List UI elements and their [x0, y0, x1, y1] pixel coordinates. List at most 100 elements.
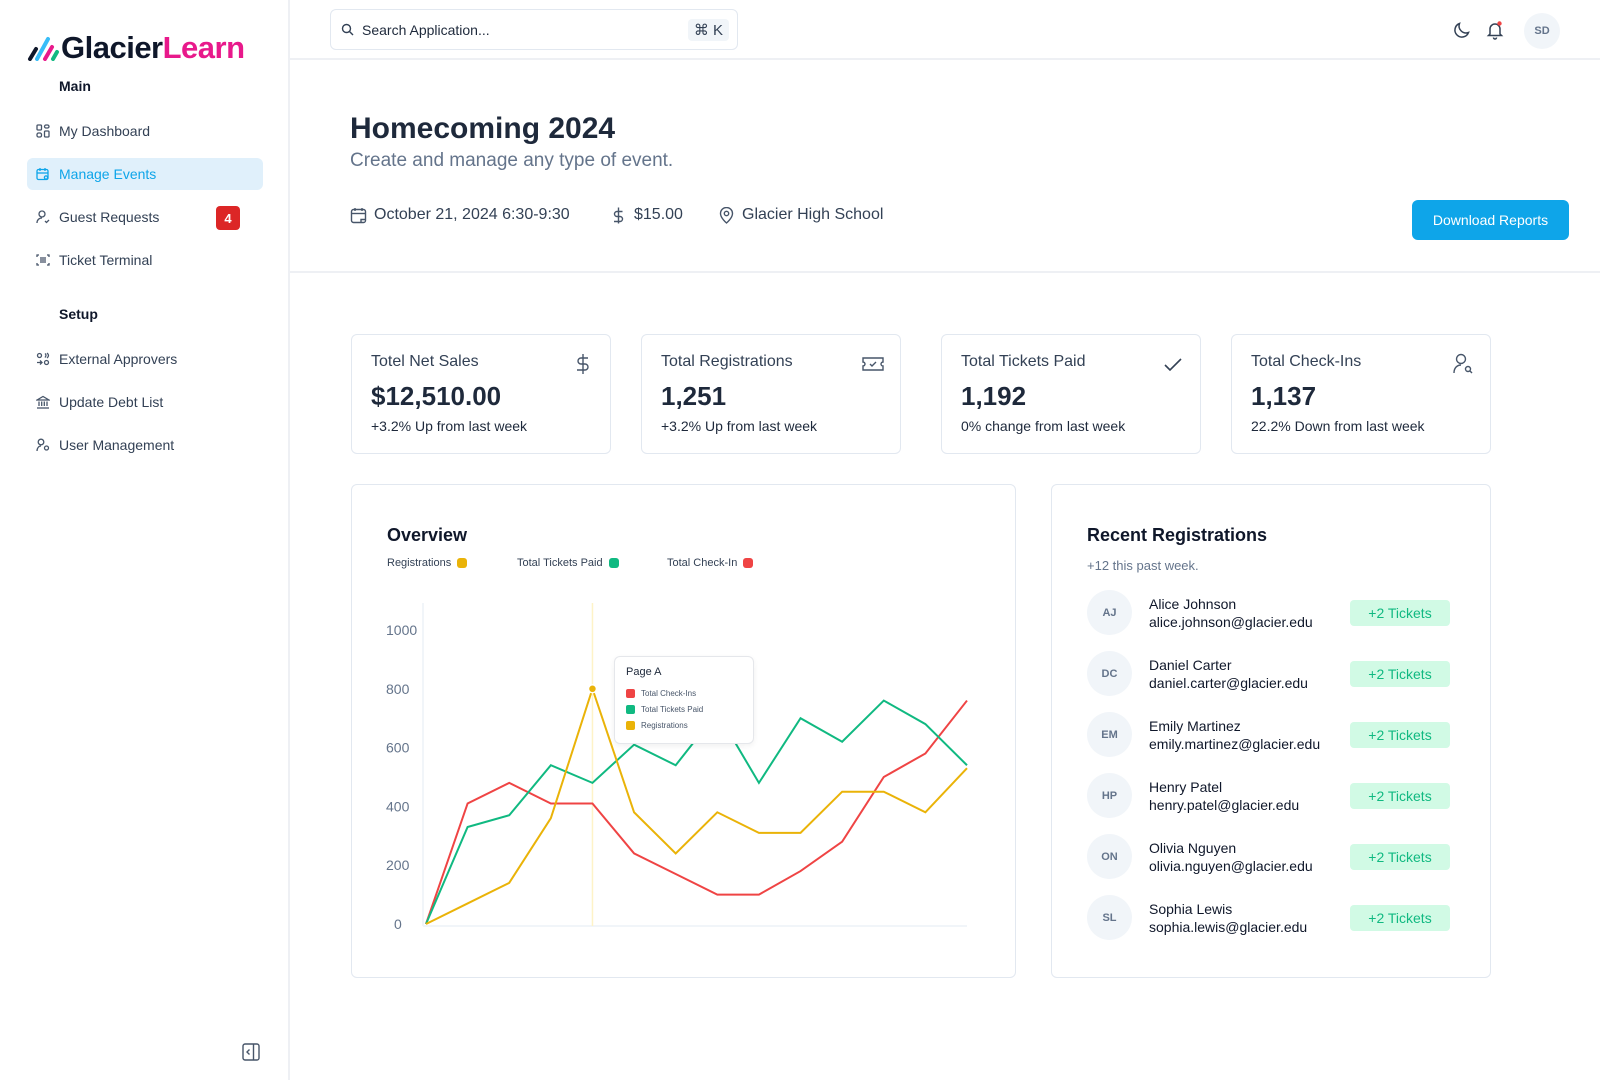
registration-list-item[interactable]: SL Sophia Lewis sophia.lewis@glacier.edu…	[1087, 895, 1450, 941]
active-data-point	[587, 684, 598, 694]
stat-label: Total Tickets Paid	[961, 353, 1086, 370]
sidebar-item-external-approvers[interactable]: External Approvers	[27, 343, 263, 375]
registrant-email: daniel.carter@glacier.edu	[1149, 675, 1308, 691]
event-header: Homecoming 2024 Create and manage any ty…	[290, 60, 1600, 273]
stat-card-tickets-paid: Total Tickets Paid 1,192 0% change from …	[941, 334, 1201, 454]
tickets-badge: +2 Tickets	[1350, 783, 1450, 809]
users-swap-icon	[36, 352, 50, 366]
map-pin-icon	[719, 206, 734, 224]
search-icon	[341, 23, 354, 36]
tooltip-swatch	[626, 721, 635, 730]
dollar-icon	[577, 354, 589, 374]
stat-card-registrations: Total Registrations 1,251 +3.2% Up from …	[641, 334, 901, 454]
sidebar-item-label: Ticket Terminal	[59, 252, 153, 268]
tickets-badge: +2 Tickets	[1350, 905, 1450, 931]
bell-icon	[1486, 21, 1504, 40]
registrant-avatar: DC	[1087, 651, 1132, 696]
user-check-icon	[36, 210, 50, 224]
sidebar-item-label: User Management	[59, 437, 175, 453]
user-avatar[interactable]: SD	[1524, 13, 1560, 49]
recent-registrations-subtitle: +12 this past week.	[1087, 558, 1199, 573]
stat-value: 1,137	[1251, 381, 1317, 411]
y-tick-label: 200	[386, 857, 410, 873]
registrant-name: Emily Martinez	[1149, 718, 1241, 734]
stat-change: 22.2% Down from last week	[1251, 418, 1425, 434]
registrant-name: Henry Patel	[1149, 779, 1223, 795]
registrant-email: emily.martinez@glacier.edu	[1149, 736, 1321, 752]
sidebar: GlacierLearn Main My Dashboard Manage Ev…	[0, 0, 290, 1080]
bank-icon	[36, 395, 50, 409]
overview-card: Overview Registrations Total Tickets Pai…	[351, 484, 1016, 978]
dashboard-grid-icon	[36, 124, 50, 138]
stat-change: 0% change from last week	[961, 418, 1126, 434]
search-input[interactable]	[362, 21, 662, 38]
sidebar-item-label: Update Debt List	[59, 394, 164, 410]
registrant-avatar: AJ	[1087, 590, 1132, 635]
recent-registrations-title: Recent Registrations	[1087, 525, 1268, 545]
logo-text: GlacierLearn	[61, 30, 245, 65]
y-tick-label: 1000	[386, 622, 417, 638]
tooltip-row: Registrations	[626, 721, 688, 730]
stat-label: Total Check-Ins	[1251, 353, 1362, 370]
calendar-icon	[350, 207, 367, 223]
section-label-setup: Setup	[59, 306, 98, 322]
user-cog-icon	[36, 438, 50, 452]
sidebar-item-update-debt-list[interactable]: Update Debt List	[27, 386, 263, 418]
event-price: $15.00	[610, 206, 683, 224]
sidebar-collapse-button[interactable]	[242, 1043, 260, 1061]
dollar-icon	[613, 207, 624, 223]
registrant-email: olivia.nguyen@glacier.edu	[1149, 858, 1313, 874]
registrant-avatar: HP	[1087, 773, 1132, 818]
registrant-email: henry.patel@glacier.edu	[1149, 797, 1300, 813]
calendar-search-icon	[36, 167, 50, 181]
registrant-email: sophia.lewis@glacier.edu	[1149, 919, 1308, 935]
registration-list-item[interactable]: EM Emily Martinez emily.martinez@glacier…	[1087, 712, 1450, 758]
sidebar-item-manage-events[interactable]: Manage Events	[27, 158, 263, 190]
stat-label: Total Registrations	[661, 353, 793, 370]
registrant-avatar: ON	[1087, 834, 1132, 879]
search-box[interactable]: ⌘ K	[330, 9, 738, 50]
registrant-avatar: EM	[1087, 712, 1132, 757]
chart-tooltip: Page A Total Check-Ins Total Tickets Pai…	[614, 656, 754, 744]
logo[interactable]: GlacierLearn	[27, 30, 245, 66]
page-title: Homecoming 2024	[350, 112, 616, 145]
stat-label: Totel Net Sales	[371, 353, 479, 370]
check-icon	[1164, 358, 1182, 372]
sidebar-item-label: Guest Requests	[59, 209, 160, 225]
topbar: ⌘ K	[290, 0, 1600, 60]
stat-value: 1,192	[961, 381, 1027, 411]
tooltip-row: Total Check-Ins	[626, 689, 696, 698]
sidebar-item-label: My Dashboard	[59, 123, 151, 139]
registrant-avatar: SL	[1087, 895, 1132, 940]
registration-list-item[interactable]: HP Henry Patel henry.patel@glacier.edu +…	[1087, 773, 1450, 819]
y-tick-label: 0	[394, 916, 402, 932]
y-tick-label: 400	[386, 798, 410, 814]
y-tick-label: 800	[386, 681, 410, 697]
search-shortcut-hint: ⌘ K	[687, 19, 729, 41]
stat-change: +3.2% Up from last week	[371, 418, 528, 434]
notifications-button[interactable]	[1485, 20, 1505, 40]
tooltip-title: Page A	[626, 666, 662, 678]
scan-barcode-icon	[36, 253, 50, 267]
logo-stripes-icon	[28, 37, 59, 61]
registrant-name: Olivia Nguyen	[1149, 840, 1237, 856]
recent-registrations-card: Recent Registrations +12 this past week.…	[1051, 484, 1491, 978]
download-reports-button[interactable]: Download Reports	[1412, 200, 1569, 240]
registration-list-item[interactable]: AJ Alice Johnson alice.johnson@glacier.e…	[1087, 590, 1450, 636]
page-subtitle: Create and manage any type of event.	[350, 150, 674, 171]
stat-card-check-ins: Total Check-Ins 1,137 22.2% Down from la…	[1231, 334, 1491, 454]
sidebar-item-guest-requests[interactable]: Guest Requests 4	[27, 201, 263, 233]
sidebar-item-my-dashboard[interactable]: My Dashboard	[27, 115, 263, 147]
theme-toggle-button[interactable]	[1452, 20, 1472, 40]
tooltip-swatch	[626, 705, 635, 714]
sidebar-item-ticket-terminal[interactable]: Ticket Terminal	[27, 244, 263, 276]
registration-list-item[interactable]: DC Daniel Carter daniel.carter@glacier.e…	[1087, 651, 1450, 697]
sidebar-collapse-icon	[242, 1043, 260, 1061]
user-search-icon	[1453, 353, 1473, 374]
tickets-badge: +2 Tickets	[1350, 600, 1450, 626]
stat-change: +3.2% Up from last week	[661, 418, 818, 434]
guest-requests-count-badge: 4	[216, 206, 240, 230]
sidebar-item-user-management[interactable]: User Management	[27, 429, 263, 461]
sidebar-item-label: Manage Events	[59, 166, 157, 182]
registration-list-item[interactable]: ON Olivia Nguyen olivia.nguyen@glacier.e…	[1087, 834, 1450, 880]
